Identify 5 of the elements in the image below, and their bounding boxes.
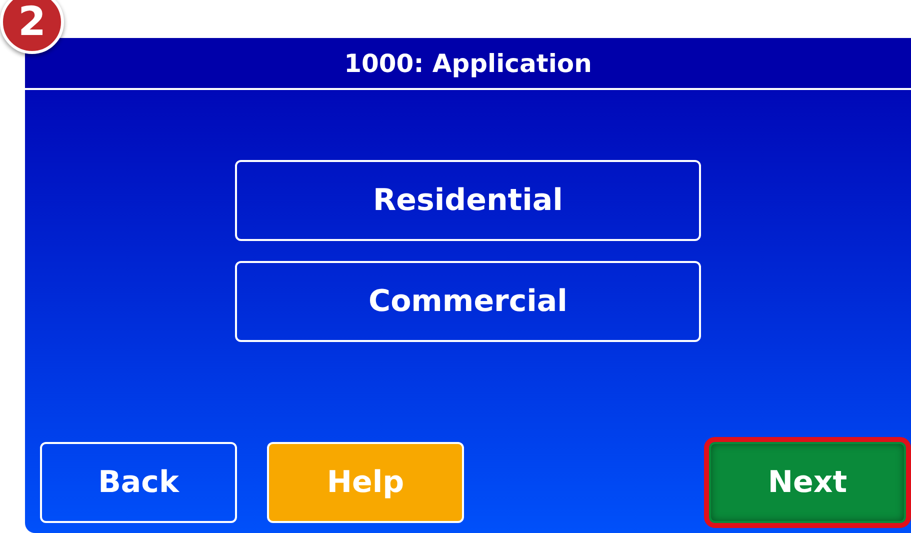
back-button[interactable]: Back (40, 442, 237, 523)
step-badge: 2 (0, 0, 64, 54)
option-button[interactable]: Residential (235, 160, 701, 241)
screen-title: 1000: Application (344, 48, 592, 78)
option-button[interactable]: Commercial (235, 261, 701, 342)
